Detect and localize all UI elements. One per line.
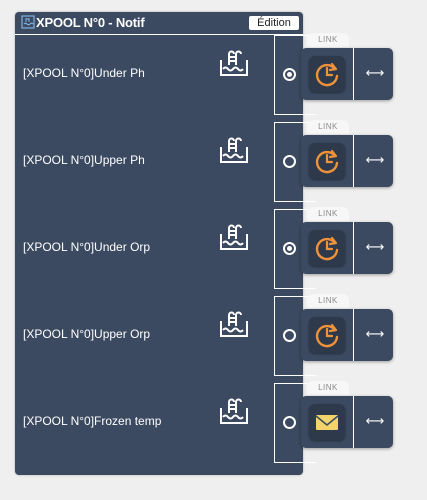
card-divider [353,135,354,187]
select-radio[interactable] [283,242,296,255]
pool-icon [219,135,249,165]
schedule-button[interactable] [309,317,345,353]
schedule-button[interactable] [309,230,345,266]
card-divider [353,396,354,448]
action-card: ⟷ [301,48,393,100]
link-tag: LINK [307,33,349,47]
link-tag: LINK [307,381,349,395]
pool-icon [219,309,249,339]
action-card: ⟷ [301,309,393,361]
schedule-button[interactable] [309,56,345,92]
card-divider [353,222,354,274]
notification-label: [XPOOL N°0]Frozen temp [23,414,162,428]
select-radio[interactable] [283,68,296,81]
action-card: ⟷ [301,135,393,187]
pool-icon [219,48,249,78]
card-divider [353,48,354,100]
link-arrow-icon[interactable]: ⟷ [363,412,387,432]
notification-label: [XPOOL N°0]Upper Orp [23,327,151,341]
select-radio[interactable] [283,416,296,429]
action-card: ⟷ [301,222,393,274]
notification-label: [XPOOL N°0]Under Orp [23,240,151,254]
panel-title: XPOOL N°0 - Notif [36,15,145,30]
link-arrow-icon[interactable]: ⟷ [363,238,387,258]
pool-icon [219,222,249,252]
notification-panel: XPOOL N°0 - Notif Édition [XPOOL N°0]Und… [15,12,303,475]
pool-icon [219,396,249,426]
link-tag: LINK [307,120,349,134]
panel-header: XPOOL N°0 - Notif Édition [15,12,303,35]
notification-label: [XPOOL N°0]Upper Ph [23,153,145,167]
link-arrow-icon[interactable]: ⟷ [363,325,387,345]
schedule-button[interactable] [309,143,345,179]
send-mail-button[interactable] [309,404,345,440]
edit-button[interactable]: Édition [249,16,299,30]
action-card: ⟷ [301,396,393,448]
link-arrow-icon[interactable]: ⟷ [363,64,387,84]
link-arrow-icon[interactable]: ⟷ [363,151,387,171]
select-radio[interactable] [283,329,296,342]
select-radio[interactable] [283,155,296,168]
link-tag: LINK [307,207,349,221]
radio-selected-dot [287,72,292,77]
radio-selected-dot [287,246,292,251]
notification-label: [XPOOL N°0]Under Ph [23,66,145,80]
pool-icon [21,15,35,29]
link-tag: LINK [307,294,349,308]
card-divider [353,309,354,361]
